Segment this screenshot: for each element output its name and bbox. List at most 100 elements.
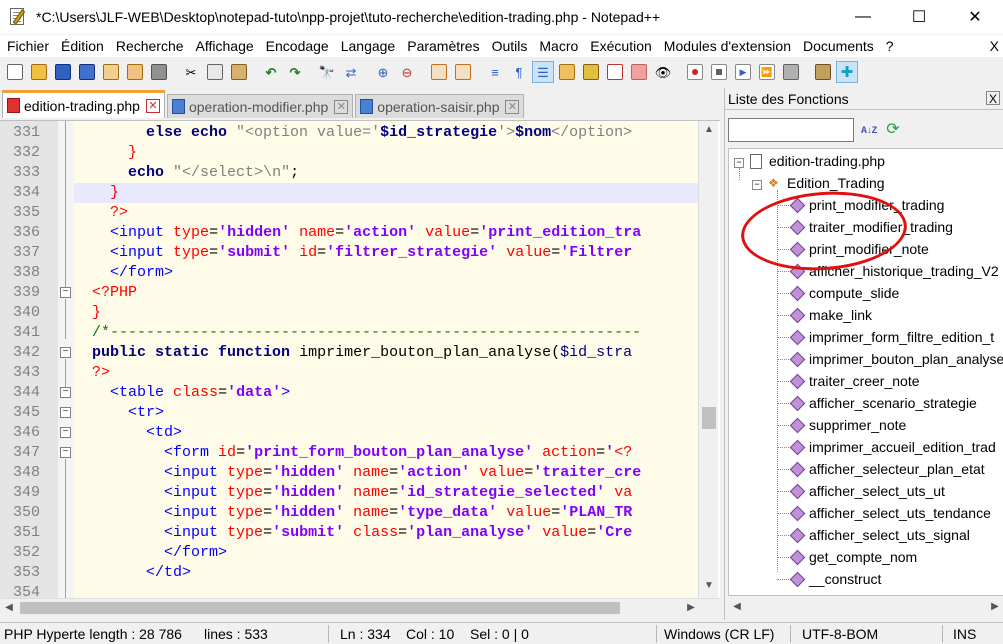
plugin-icon[interactable] [812,61,834,83]
tree-collapse-icon[interactable]: − [734,158,744,168]
status-encoding[interactable]: UTF-8-BOM [802,626,878,642]
menu-documents[interactable]: Documents [797,38,880,54]
close-tab-icon[interactable]: ✕ [334,99,349,114]
tree-function-item[interactable]: imprimer_form_filtre_edition_t [809,326,994,348]
tree-file-node[interactable]: edition-trading.php [769,150,885,172]
status-eol[interactable]: Windows (CR LF) [664,626,774,642]
close-panel-icon[interactable]: X [986,91,1000,106]
stop-macro-icon[interactable] [708,61,730,83]
close-file-icon[interactable] [100,61,122,83]
menu-macro[interactable]: Macro [533,38,584,54]
tree-function-item[interactable]: print_modifier_note [809,238,929,260]
find-icon[interactable]: 🔭 [316,61,338,83]
zoom-out-icon[interactable]: ⊖ [396,61,418,83]
tab-edition-trading[interactable]: edition-trading.php ✕ [2,90,165,118]
close-tab-icon[interactable]: ✕ [505,99,520,114]
tree-function-item[interactable]: imprimer_accueil_edition_trad [809,436,996,458]
paste-icon[interactable] [228,61,250,83]
udl-icon[interactable] [556,61,578,83]
menu-close-doc[interactable]: X [984,38,1003,54]
word-wrap-icon[interactable]: ≡ [484,61,506,83]
function-list-icon[interactable] [604,61,626,83]
indent-guide-icon[interactable]: ☰ [532,61,554,83]
fold-toggle-icon[interactable]: − [60,287,71,298]
editor-vertical-scrollbar[interactable]: ▲ ▼ [698,121,718,598]
scroll-down-icon[interactable]: ▼ [699,577,719,595]
close-button[interactable]: ✕ [947,0,1003,34]
redo-icon[interactable]: ↷ [284,61,306,83]
undo-icon[interactable]: ↶ [260,61,282,83]
record-macro-icon[interactable] [684,61,706,83]
print-icon[interactable] [148,61,170,83]
save-macro-icon[interactable] [780,61,802,83]
new-file-icon[interactable] [4,61,26,83]
menu-affichage[interactable]: Affichage [190,38,260,54]
function-tree[interactable]: − edition-trading.php − ❖ Edition_Tradin… [728,148,1003,596]
scroll-left-icon[interactable]: ◀ [0,599,18,617]
play-macro-multiple-icon[interactable]: ⏩ [756,61,778,83]
minimize-button[interactable]: — [835,0,891,34]
scroll-thumb[interactable] [702,407,716,429]
status-insert-mode[interactable]: INS [953,626,976,642]
tree-function-item[interactable]: traiter_creer_note [809,370,920,392]
tree-function-item[interactable]: traiter_modifier_trading [809,216,953,238]
close-all-icon[interactable] [124,61,146,83]
scroll-thumb[interactable] [20,602,620,614]
editor-horizontal-scrollbar[interactable]: ◀ ▶ [0,598,720,616]
scroll-right-icon[interactable]: ▶ [986,598,1003,616]
tree-function-item[interactable]: imprimer_bouton_plan_analyse [809,348,1003,370]
tree-function-item[interactable]: print_modifier_trading [809,194,944,216]
tree-function-item[interactable]: afficher_scenario_strategie [809,392,977,414]
save-all-icon[interactable] [76,61,98,83]
sort-icon[interactable]: A↓Z [859,120,879,140]
sync-vertical-icon[interactable] [428,61,450,83]
menu-edition[interactable]: Édition [55,38,110,54]
tree-function-item[interactable]: afficher_select_uts_signal [809,524,970,546]
cut-icon[interactable]: ✂ [180,61,202,83]
tree-function-item[interactable]: afficher_select_uts_tendance [809,502,991,524]
replace-icon[interactable]: ⇄ [340,61,362,83]
fold-toggle-icon[interactable]: − [60,347,71,358]
menu-fichier[interactable]: Fichier [0,38,55,54]
sync-horizontal-icon[interactable] [452,61,474,83]
copy-icon[interactable] [204,61,226,83]
show-all-chars-icon[interactable]: ¶ [508,61,530,83]
menu-encodage[interactable]: Encodage [260,38,335,54]
tab-operation-saisir[interactable]: operation-saisir.php ✕ [355,94,525,118]
tree-function-item[interactable]: get_compte_nom [809,546,917,568]
fold-toggle-icon[interactable]: − [60,407,71,418]
folder-workspace-icon[interactable] [628,61,650,83]
menu-parametres[interactable]: Paramètres [401,38,485,54]
scroll-up-icon[interactable]: ▲ [699,121,719,139]
code-text[interactable]: else echo "<option value='$id_strategie'… [74,121,698,598]
fold-toggle-icon[interactable]: − [60,387,71,398]
fold-toggle-icon[interactable]: − [60,447,71,458]
tree-function-item[interactable]: afficher_historique_trading_V2 [809,260,999,282]
tree-function-item[interactable]: compute_slide [809,282,899,304]
tree-function-item[interactable]: __construct [809,568,881,590]
function-list-horizontal-scrollbar[interactable]: ◀ ▶ [728,598,1003,616]
tree-collapse-icon[interactable]: − [752,180,762,190]
scroll-right-icon[interactable]: ▶ [682,599,700,617]
tree-function-item[interactable]: afficher_select_uts_ut [809,480,945,502]
fold-toggle-icon[interactable]: − [60,427,71,438]
menu-recherche[interactable]: Recherche [110,38,190,54]
reload-icon[interactable]: ⟳ [883,120,903,140]
zoom-in-icon[interactable]: ⊕ [372,61,394,83]
tree-function-item[interactable]: afficher_selecteur_plan_etat [809,458,985,480]
close-tab-icon[interactable]: ✕ [145,98,160,113]
tree-class-node[interactable]: Edition_Trading [787,172,885,194]
tree-function-item[interactable]: make_link [809,304,872,326]
menu-modules[interactable]: Modules d'extension [658,38,797,54]
menu-outils[interactable]: Outils [486,38,534,54]
function-search-input[interactable] [728,118,854,142]
maximize-button[interactable]: ☐ [891,0,947,34]
open-file-icon[interactable] [28,61,50,83]
monitoring-icon[interactable]: 👁 [652,61,674,83]
tab-operation-modifier[interactable]: operation-modifier.php ✕ [166,94,354,118]
menu-langage[interactable]: Langage [335,38,402,54]
doc-map-icon[interactable] [580,61,602,83]
scroll-left-icon[interactable]: ◀ [728,598,746,616]
save-icon[interactable] [52,61,74,83]
code-editor[interactable]: 331 332 333 334 335 336 337 338 339 340 … [0,120,720,598]
